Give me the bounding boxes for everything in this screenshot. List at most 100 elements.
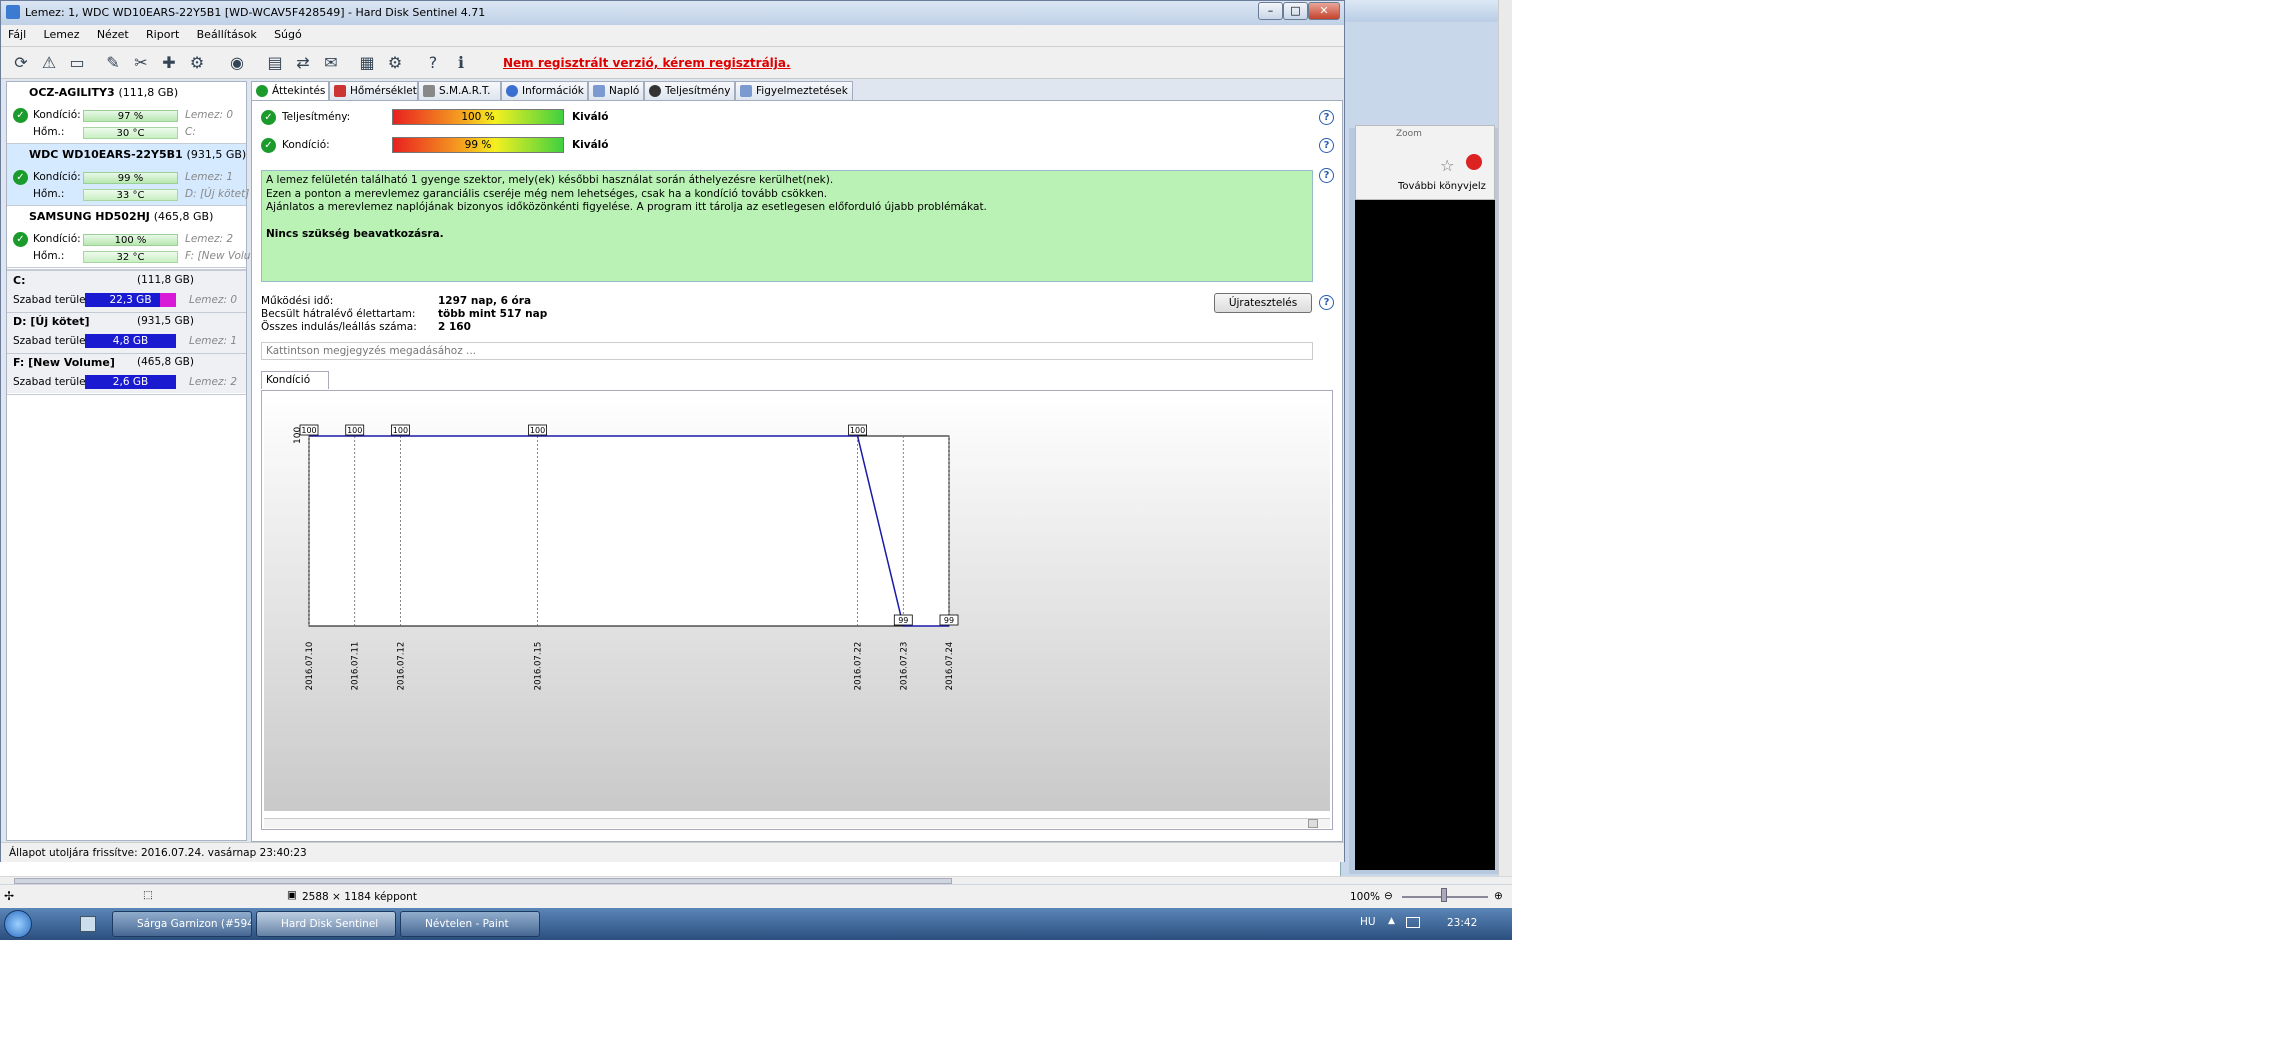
tab-smart[interactable]: S.M.A.R.T. — [418, 81, 501, 101]
menu-disk[interactable]: Lemez — [37, 25, 87, 41]
chart-svg: 100 2016.07.10 2016.07.11 2016.07.12 2016.07… — [264, 393, 1330, 811]
window-title: Lemez: 1, WDC WD10EARS-22Y5B1 [WD-WCAV5F… — [25, 6, 486, 19]
tool3-icon[interactable]: ✚ — [157, 51, 181, 75]
disk-temp-row: Hőm.: 30 °C C: — [7, 125, 246, 141]
tool2-icon[interactable]: ✂ — [129, 51, 153, 75]
title-bar[interactable]: Lemez: 1, WDC WD10EARS-22Y5B1 [WD-WCAV5F… — [1, 1, 1344, 25]
background-browser-chrome: Zoom ☆ További könyvjelz — [1355, 125, 1495, 200]
performance-bar: 100 % — [392, 109, 564, 125]
disk-item[interactable]: SAMSUNG HD502HJ (465,8 GB) ✓ Kondíció: 1… — [7, 206, 261, 268]
info-icon[interactable]: ℹ — [449, 51, 473, 75]
disk-condition-row: ✓ Kondíció: 100 % Lemez: 2 — [7, 232, 246, 248]
data-label: 99 — [944, 616, 954, 625]
tab-log[interactable]: Napló — [588, 81, 644, 101]
disk-condition-row: ✓ Kondíció: 99 % Lemez: 1 — [7, 170, 246, 186]
x-tick-label: 2016.07.10 — [305, 642, 315, 691]
help-icon[interactable]: ? — [1319, 168, 1334, 183]
globe-icon[interactable]: ◉ — [225, 51, 249, 75]
chart-tab-condition[interactable]: Kondíció (%) — [261, 371, 329, 402]
tray-expand-icon[interactable]: ▲ — [1388, 916, 1395, 926]
network-icon[interactable] — [1406, 917, 1420, 928]
drive-letter: F: [New Volum — [185, 250, 261, 262]
disk-icon[interactable]: ▭ — [65, 51, 89, 75]
tab-information[interactable]: Információk — [501, 81, 588, 101]
data-label: 100 — [347, 426, 362, 435]
x-tick-label: 2016.07.11 — [351, 642, 361, 691]
taskbar-item-browser[interactable]: Sárga Garnizon (#594... — [112, 911, 252, 937]
condition-label: Kondíció: — [282, 139, 330, 151]
chart-scrollbar[interactable] — [264, 818, 1330, 828]
help-icon[interactable]: ? — [1319, 295, 1334, 310]
disk-number: Lemez: 2 — [185, 233, 234, 245]
message-conclusion: Nincs szükség beavatkozásra. — [266, 227, 444, 240]
paint-status-bar: ✢ ⬚ ▣ 2588 × 1184 képpont 100% ⊖ ⊕ — [0, 884, 1512, 908]
tool4-icon[interactable]: ⚙ — [185, 51, 209, 75]
language-indicator[interactable]: HU — [1360, 916, 1376, 928]
menu-file[interactable]: Fájl — [1, 25, 33, 41]
bookmarks-folder[interactable]: További könyvjelz — [1398, 181, 1486, 192]
tool1-icon[interactable]: ✎ — [101, 51, 125, 75]
disk-name: WDC WD10EARS-22Y5B1 (931,5 GB) — [29, 148, 247, 161]
opera-icon[interactable] — [1466, 154, 1482, 170]
report-icon[interactable]: ▤ — [263, 51, 287, 75]
plot-area — [308, 435, 950, 627]
star-icon[interactable]: ☆ — [1440, 156, 1454, 175]
register-warning-link[interactable]: Nem regisztrált verzió, kérem regisztrál… — [503, 56, 791, 70]
settings-icon[interactable]: ⚙ — [383, 51, 407, 75]
volume-item[interactable]: D: [Új kötet] (931,5 GB) Szabad terület … — [7, 312, 246, 354]
minimize-button[interactable]: – — [1258, 2, 1283, 20]
volume-item[interactable]: F: [New Volume] (465,8 GB) Szabad terüle… — [7, 353, 246, 395]
taskbar-item-paint[interactable]: Névtelen - Paint — [400, 911, 540, 937]
menu-settings[interactable]: Beállítások — [190, 25, 264, 41]
volume-name: F: [New Volume] — [13, 356, 115, 369]
tab-overview[interactable]: Áttekintés — [251, 81, 329, 102]
move-icon: ✢ — [4, 889, 15, 903]
volume-size: (931,5 GB) — [137, 315, 194, 327]
start-button[interactable] — [4, 910, 32, 938]
menu-report[interactable]: Riport — [139, 25, 186, 41]
close-button[interactable]: ✕ — [1308, 2, 1340, 20]
sync-icon[interactable]: ⇄ — [291, 51, 315, 75]
help-icon[interactable]: ? — [1319, 110, 1334, 125]
tab-alerts[interactable]: Figyelmeztetések — [735, 81, 853, 101]
help-icon[interactable]: ? — [421, 51, 445, 75]
maximize-button[interactable]: □ — [1283, 2, 1308, 20]
zoom-slider-thumb[interactable] — [1441, 888, 1447, 902]
refresh-icon[interactable]: ⟳ — [9, 51, 33, 75]
clock[interactable]: 23:42 — [1447, 917, 1477, 929]
menu-help[interactable]: Súgó — [267, 25, 309, 41]
taskbar-item-hds[interactable]: Hard Disk Sentinel — [256, 911, 396, 937]
ok-check-icon: ✓ — [13, 232, 28, 247]
menu-view[interactable]: Nézet — [90, 25, 136, 41]
help-icon[interactable]: ? — [1319, 138, 1334, 153]
chart-scroll-thumb[interactable] — [1308, 819, 1318, 828]
tab-performance[interactable]: Teljesítmény — [644, 81, 735, 101]
zoom-out-icon[interactable]: ⊖ — [1384, 890, 1393, 902]
zoom-in-icon[interactable]: ⊕ — [1494, 890, 1503, 902]
chart-icon[interactable]: ▦ — [355, 51, 379, 75]
starts-value: 2 160 — [438, 321, 471, 333]
condition-bar: 99 % — [83, 172, 178, 184]
thermometer-icon — [334, 85, 346, 97]
lifetime-value: több mint 517 nap — [438, 308, 548, 320]
retest-button[interactable]: Újratesztelés — [1214, 293, 1312, 313]
paint-vertical-scrollbar[interactable] — [1498, 0, 1512, 880]
show-desktop-icon[interactable] — [80, 916, 96, 932]
send-icon[interactable]: ✉ — [319, 51, 343, 75]
volume-item[interactable]: C: (111,8 GB) Szabad terület 22,3 GB Lem… — [7, 271, 246, 313]
free-space-label: Szabad terület — [13, 376, 90, 388]
check-icon — [256, 85, 268, 97]
condition-label: Kondíció: — [33, 109, 81, 121]
background-titlebar — [1341, 0, 1512, 22]
zoom-level: 100% — [1350, 891, 1381, 903]
background-window[interactable]: Zoom ☆ További könyvjelz — [1340, 0, 1512, 880]
tab-temperature[interactable]: Hőmérséklet — [329, 81, 418, 101]
alert-icon[interactable]: ⚠ — [37, 51, 61, 75]
drive-letter: C: — [185, 126, 196, 138]
x-tick-label: 2016.07.24 — [945, 642, 955, 691]
condition-label: Kondíció: — [33, 233, 81, 245]
comment-input[interactable]: Kattintson megjegyzés megadásához ... — [261, 342, 1313, 360]
disk-item[interactable]: OCZ-AGILITY3 (111,8 GB) ✓ Kondíció: 97 %… — [7, 82, 246, 144]
x-tick-label: 2016.07.23 — [899, 642, 909, 691]
disk-item-selected[interactable]: WDC WD10EARS-22Y5B1 (931,5 GB) ✓ Kondíci… — [7, 144, 249, 206]
